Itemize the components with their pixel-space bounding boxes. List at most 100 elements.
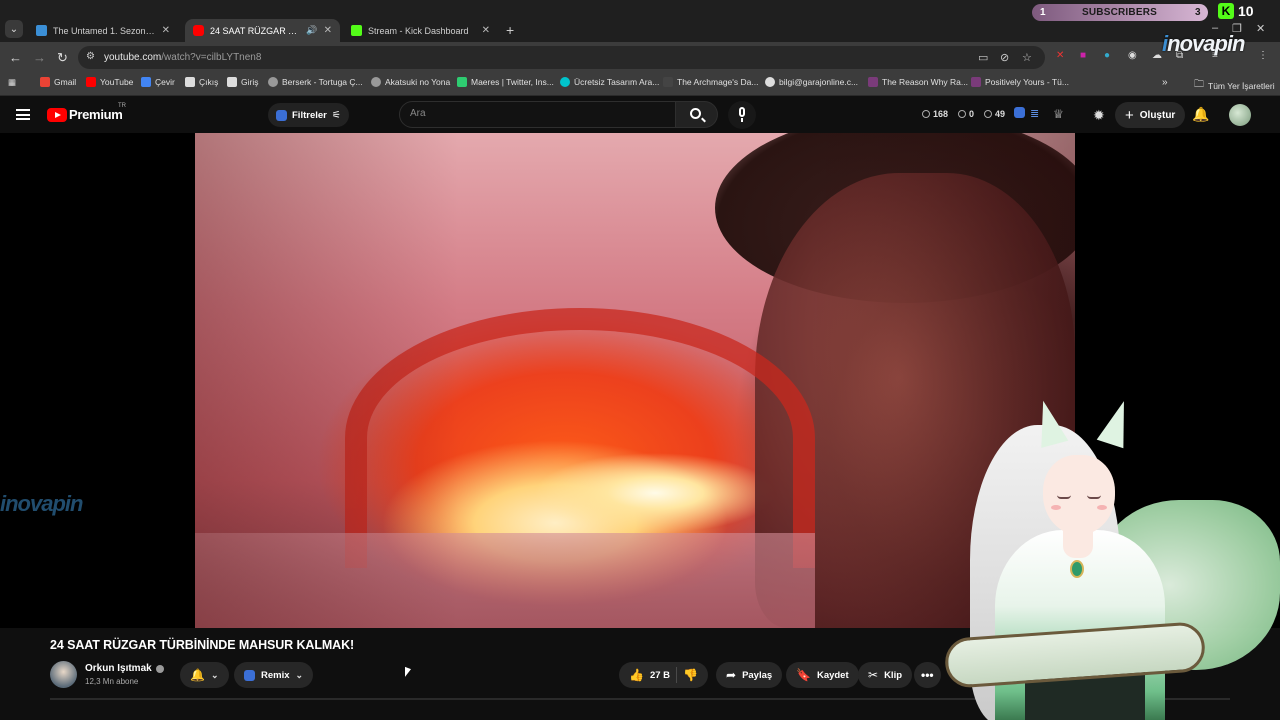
youtube-icon: [86, 77, 96, 87]
stat-hidden: 0: [958, 109, 974, 119]
url-text[interactable]: youtube.com/watch?v=cilbLYTnen8: [104, 52, 261, 63]
remix-button[interactable]: Remix ⌄: [234, 662, 314, 688]
extension-blue-icon[interactable]: ●: [1104, 50, 1110, 61]
voice-search-button[interactable]: [728, 101, 756, 129]
vtuber-eye-left: [1057, 495, 1071, 499]
close-window-icon[interactable]: ✕: [1256, 22, 1265, 35]
sliders-icon: ⚟: [331, 109, 341, 121]
eye-off-icon[interactable]: ⊘: [1000, 51, 1009, 64]
forward-arrow-icon[interactable]: →: [33, 50, 46, 65]
canva-icon: [560, 77, 570, 87]
new-tab-plus-icon[interactable]: +: [506, 22, 514, 38]
page-icon: [227, 77, 237, 87]
extension-pink-icon[interactable]: ■: [1080, 50, 1086, 61]
subscriber-count: 12,3 Mn abone: [85, 677, 139, 686]
bookmark-logout[interactable]: Çıkış: [185, 77, 218, 87]
tab-youtube-video[interactable]: 24 SAAT RÜZGAR TÜRBİNİ 🔊 ✕: [185, 19, 340, 42]
apps-grid-icon[interactable]: ▦: [8, 77, 16, 88]
kick-count: 10: [1238, 3, 1254, 19]
sub-goal-target: 3: [1195, 7, 1201, 18]
thumbs-down-icon[interactable]: 👎: [683, 668, 698, 682]
tab-close-icon[interactable]: ✕: [482, 25, 490, 36]
divider: [676, 667, 678, 683]
bookmark-reason-why[interactable]: The Reason Why Ra...: [868, 77, 968, 87]
bookmark-archmage[interactable]: The Archmage's Da...: [663, 77, 758, 87]
subscription-bell-button[interactable]: 🔔 ⌄: [180, 662, 229, 688]
plus-icon: +: [1125, 106, 1134, 124]
video-title: 24 SAAT RÜZGAR TÜRBİNİNDE MAHSUR KALMAK!: [50, 638, 355, 652]
folder-icon: 🗀: [1194, 79, 1204, 90]
back-arrow-icon[interactable]: ←: [9, 50, 22, 65]
vtuber-necklace-gem: [1070, 560, 1084, 578]
verified-icon: [155, 664, 164, 673]
cast-icon[interactable]: ▭: [978, 51, 988, 64]
tab-favicon-icon: [36, 25, 47, 36]
tab-untamed[interactable]: The Untamed 1. Sezon 6. Bölüm ✕: [28, 19, 178, 42]
vtuber-blush-right: [1097, 505, 1107, 510]
bookmark-canva[interactable]: Ücretsiz Tasarım Ara...: [560, 77, 659, 87]
channel-name[interactable]: Orkun Işıtmak: [85, 663, 164, 674]
mouse-cursor: [405, 666, 411, 680]
site-icon: [268, 77, 278, 87]
bookmark-maeres[interactable]: Maeres | Twitter, Ins...: [457, 77, 554, 87]
tab-close-icon[interactable]: ✕: [324, 25, 332, 36]
extension-cloud-icon[interactable]: ☁: [1152, 50, 1162, 61]
save-button[interactable]: 🔖 Kaydet: [786, 662, 859, 688]
list-icon[interactable]: ≣: [1030, 107, 1039, 120]
tab-search-chevron-icon[interactable]: ⌄: [5, 20, 23, 38]
microphone-stand: [741, 118, 743, 122]
tab-close-icon[interactable]: ✕: [162, 25, 170, 36]
youtube-premium-wordmark[interactable]: Premium: [69, 107, 123, 122]
bookmark-youtube[interactable]: YouTube: [86, 77, 133, 87]
remix-label: Remix: [261, 669, 290, 681]
bookmarks-overflow-icon[interactable]: »: [1162, 77, 1168, 88]
search-button[interactable]: [676, 101, 718, 128]
filters-button[interactable]: Filtreler ⚟: [268, 103, 349, 127]
all-bookmarks-folder[interactable]: 🗀 Tüm Yer İşaretleri: [1194, 77, 1275, 94]
vtuber-avatar-overlay: [925, 400, 1280, 720]
vtuber-blush-left: [1051, 505, 1061, 510]
extension-stats: 168 0 49: [922, 109, 1005, 119]
create-button[interactable]: + Oluştur: [1115, 102, 1186, 128]
tab-kick-dashboard[interactable]: Stream - Kick Dashboard ✕: [343, 19, 498, 42]
channel-avatar[interactable]: [50, 661, 77, 688]
bookmark-login[interactable]: Giriş: [227, 77, 258, 87]
microphone-icon: [739, 107, 745, 117]
address-bar[interactable]: ⚙ youtube.com/watch?v=cilbLYTnen8 ▭ ⊘ ☆: [78, 46, 1045, 69]
bookmark-positively-yours[interactable]: Positively Yours - Tü...: [971, 77, 1069, 87]
save-label: Kaydet: [816, 669, 849, 681]
vtuber-eye-right: [1087, 495, 1101, 499]
bookmark-star-icon[interactable]: ☆: [1022, 51, 1032, 64]
trophy-icon[interactable]: ♕: [1053, 107, 1064, 121]
bookmark-email[interactable]: bilgi@garajonline.c...: [765, 77, 858, 87]
like-count[interactable]: 27 B: [650, 670, 670, 681]
gear-icon[interactable]: ✹: [1093, 107, 1105, 124]
account-avatar[interactable]: [1229, 104, 1251, 126]
bookmark-berserk[interactable]: Berserk - Tortuga Ç...: [268, 77, 363, 87]
extension-blue-badge-icon[interactable]: [1014, 107, 1025, 121]
clip-button[interactable]: ✂ Klip: [858, 662, 913, 688]
bookmark-gmail[interactable]: Gmail: [40, 77, 76, 87]
browser-menu-icon[interactable]: ⋮: [1258, 50, 1268, 61]
extension-x-icon[interactable]: ✕: [1056, 50, 1064, 61]
extension-bulb-icon[interactable]: ◉: [1128, 50, 1137, 61]
reload-icon[interactable]: ↻: [57, 50, 68, 66]
tab-title: 24 SAAT RÜZGAR TÜRBİNİ: [210, 25, 301, 36]
channel-name-text: Orkun Işıtmak: [85, 663, 152, 674]
scissors-icon: ✂: [868, 668, 879, 682]
youtube-header: Premium TR Filtreler ⚟ 168 0 49 ≣ ♕ ✹ + …: [0, 97, 1280, 133]
youtube-logo-icon[interactable]: [47, 108, 67, 122]
hamburger-menu-icon[interactable]: [16, 109, 30, 120]
notifications-bell-icon[interactable]: 🔔: [1192, 106, 1209, 123]
share-button[interactable]: ➦ Paylaş: [716, 662, 783, 688]
search-input[interactable]: [410, 108, 660, 119]
site-icon: [371, 77, 381, 87]
site-info-icon[interactable]: ⚙: [86, 51, 95, 62]
clip-label: Klip: [884, 669, 903, 681]
search-icon: [690, 108, 701, 119]
clock-icon: [922, 110, 930, 118]
bookmark-akatsuki[interactable]: Akatsuki no Yona: [371, 77, 450, 87]
thumbs-up-icon[interactable]: 👍: [629, 668, 644, 682]
speaker-icon[interactable]: 🔊: [306, 25, 317, 36]
bookmark-translate[interactable]: Çevir: [141, 77, 175, 87]
